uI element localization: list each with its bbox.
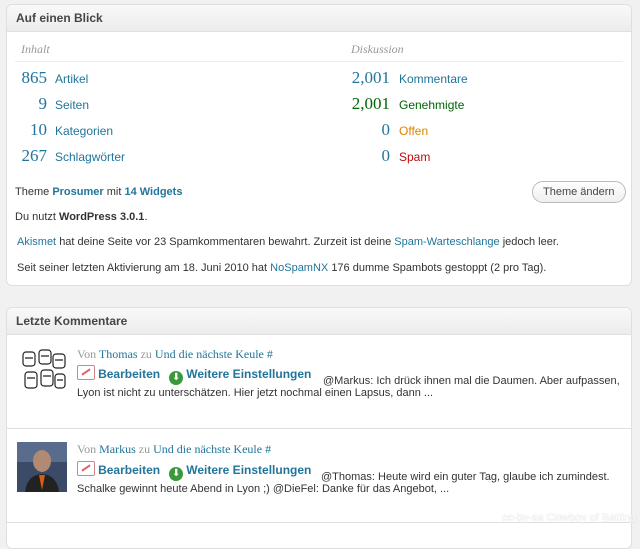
theme-prefix: Theme bbox=[15, 186, 50, 198]
edit-icon bbox=[77, 461, 95, 476]
nospamnx-link[interactable]: NoSpamNX bbox=[270, 262, 328, 274]
widgets-link[interactable]: 14 Widgets bbox=[124, 186, 182, 198]
comment-permalink[interactable]: # bbox=[265, 442, 271, 456]
on-label: zu bbox=[138, 442, 151, 456]
comment-excerpt-line-2: Schalke gewinnt heute Abend in Lyon ;) @… bbox=[77, 483, 450, 495]
more-options-button[interactable]: Weitere Einstellungen bbox=[186, 463, 311, 477]
version-line: Du nutzt WordPress 3.0.1. bbox=[15, 211, 148, 223]
heading-divider bbox=[15, 61, 623, 62]
widget-title: Letzte Kommentare bbox=[16, 314, 128, 328]
pending-label[interactable]: Offen bbox=[399, 124, 428, 138]
akismet-text-2: jedoch leer. bbox=[502, 236, 559, 248]
right-now-widget: Auf einen Blick Inhalt Diskussion 865 Ar… bbox=[6, 4, 632, 286]
tags-label[interactable]: Schlagwörter bbox=[55, 150, 125, 164]
spam-label[interactable]: Spam bbox=[399, 150, 430, 164]
comment-excerpt-line-1: @Markus: Ich drück ihnen mal die Daumen.… bbox=[323, 375, 620, 387]
content-heading: Inhalt bbox=[21, 42, 50, 56]
edit-comment-button[interactable]: Bearbeiten bbox=[98, 367, 160, 381]
comments-label[interactable]: Kommentare bbox=[399, 72, 468, 86]
comment-permalink[interactable]: # bbox=[267, 347, 273, 361]
discussion-heading: Diskussion bbox=[351, 42, 404, 56]
comment-excerpt-line-1: @Thomas: Heute wird ein guter Tag, glaub… bbox=[321, 471, 610, 483]
edit-icon bbox=[77, 365, 95, 380]
spam-count[interactable]: 0 bbox=[340, 146, 391, 166]
approved-count[interactable]: 2,001 bbox=[340, 94, 390, 114]
cartoon-avatar-icon bbox=[19, 346, 69, 396]
akismet-link[interactable]: Akismet bbox=[17, 236, 56, 248]
comment-meta: Von Markus zu Und die nächste Keule # bbox=[77, 442, 271, 457]
comment-actions: Bearbeiten ⬇ Weitere Einstellungen bbox=[77, 365, 311, 385]
avatar bbox=[17, 442, 67, 492]
more-options-button[interactable]: Weitere Einstellungen bbox=[186, 367, 311, 381]
avatar bbox=[19, 346, 69, 396]
watermark: cc-by-sa Cowboy of Batting bbox=[502, 512, 636, 524]
more-options-icon: ⬇ bbox=[169, 467, 184, 481]
comment-author-link[interactable]: Markus bbox=[99, 442, 136, 456]
version-name: WordPress 3.0.1 bbox=[59, 211, 145, 223]
theme-line: Theme Prosumer mit 14 Widgets bbox=[15, 186, 182, 198]
theme-name-link[interactable]: Prosumer bbox=[52, 186, 103, 198]
widget-title: Auf einen Blick bbox=[16, 11, 103, 25]
pages-count[interactable]: 9 bbox=[7, 94, 48, 114]
posts-label[interactable]: Artikel bbox=[55, 72, 88, 86]
from-label: Von bbox=[77, 442, 97, 456]
comment-actions: Bearbeiten ⬇ Weitere Einstellungen bbox=[77, 461, 311, 481]
edit-comment-button[interactable]: Bearbeiten bbox=[98, 463, 160, 477]
spam-queue-link[interactable]: Spam-Warteschlange bbox=[394, 236, 499, 248]
comment-divider bbox=[7, 428, 631, 429]
comment-post-link[interactable]: Und die nächste Keule bbox=[153, 442, 262, 456]
approved-label[interactable]: Genehmigte bbox=[399, 98, 464, 112]
tags-count[interactable]: 267 bbox=[7, 146, 48, 166]
comment-post-link[interactable]: Und die nächste Keule bbox=[155, 347, 264, 361]
on-label: zu bbox=[140, 347, 152, 361]
photo-avatar-icon bbox=[17, 442, 67, 492]
more-options-icon: ⬇ bbox=[169, 371, 184, 385]
nospamnx-text-1: Seit seiner letzten Aktivierung am 18. J… bbox=[17, 262, 268, 274]
posts-count[interactable]: 865 bbox=[7, 68, 48, 88]
akismet-text-1: hat deine Seite vor 23 Spamkommentaren b… bbox=[59, 236, 392, 248]
version-suffix: . bbox=[144, 211, 148, 223]
categories-count[interactable]: 10 bbox=[7, 120, 47, 140]
categories-label[interactable]: Kategorien bbox=[55, 124, 113, 138]
pages-label[interactable]: Seiten bbox=[55, 98, 89, 112]
change-theme-button[interactable]: Theme ändern bbox=[532, 181, 626, 203]
comments-count[interactable]: 2,001 bbox=[340, 68, 390, 88]
version-prefix: Du nutzt bbox=[15, 211, 56, 223]
theme-mid: mit bbox=[106, 186, 122, 198]
comment-excerpt-line-2: Lyon ist nicht zu unterschätzen. Hier je… bbox=[77, 387, 434, 399]
nospamnx-text-2: 176 dumme Spambots gestoppt (2 pro Tag). bbox=[331, 262, 547, 274]
from-label: Von bbox=[77, 347, 97, 361]
comment-author-link[interactable]: Thomas bbox=[99, 347, 138, 361]
nospamnx-line: Seit seiner letzten Aktivierung am 18. J… bbox=[17, 262, 546, 274]
akismet-line: Akismet hat deine Seite vor 23 Spamkomme… bbox=[17, 236, 559, 248]
pending-count[interactable]: 0 bbox=[340, 120, 391, 140]
comment-meta: Von Thomas zu Und die nächste Keule # bbox=[77, 347, 273, 362]
